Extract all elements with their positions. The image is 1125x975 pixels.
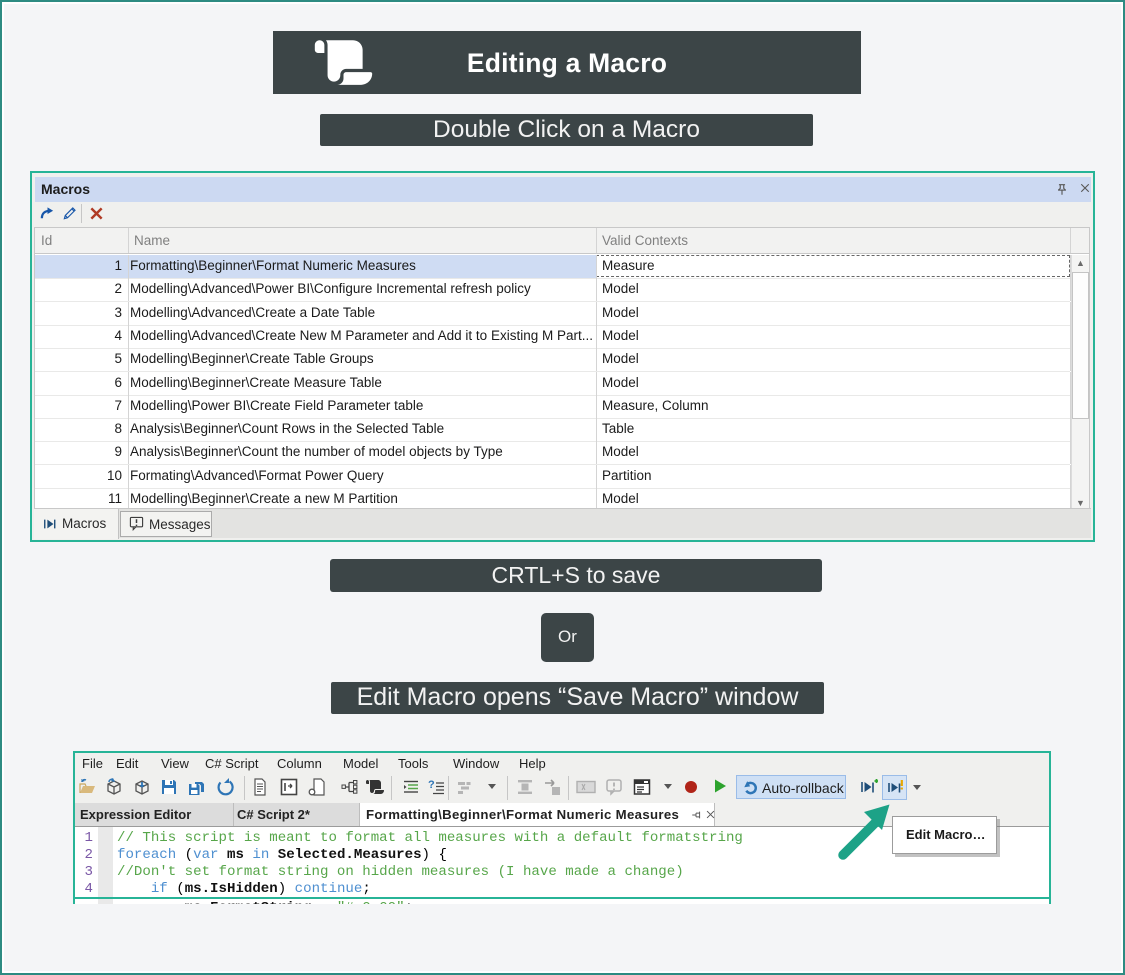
svg-text:?: ? — [428, 779, 435, 791]
